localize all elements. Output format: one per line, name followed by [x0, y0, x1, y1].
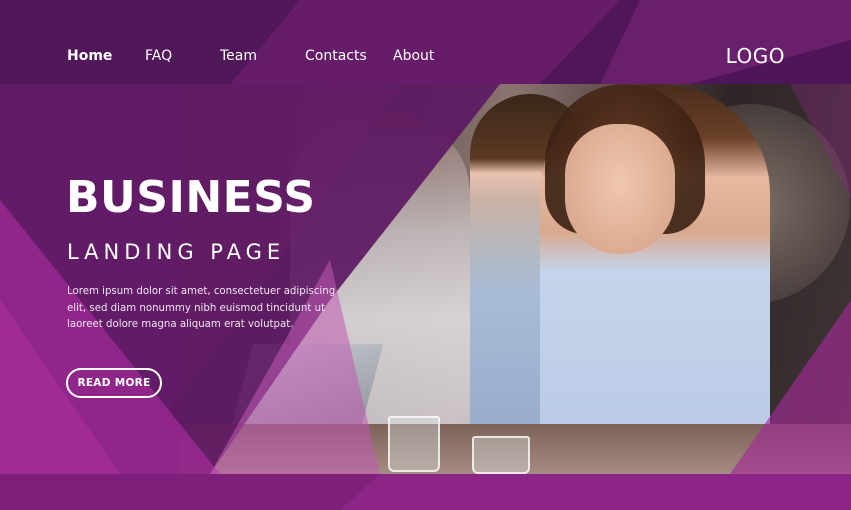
hero-subtitle: LANDING PAGE [67, 240, 286, 264]
landing-page: Home FAQ Team Contacts About LOGO BUSINE… [0, 0, 851, 510]
nav-contacts[interactable]: Contacts [305, 48, 367, 64]
nav-faq[interactable]: FAQ [145, 48, 172, 64]
nav-about[interactable]: About [393, 48, 434, 64]
nav-team[interactable]: Team [220, 48, 257, 64]
read-more-button[interactable]: READ MORE [66, 368, 162, 398]
logo[interactable]: LOGO [726, 44, 785, 68]
top-nav: Home FAQ Team Contacts About LOGO [0, 30, 851, 84]
hero-title: BUSINESS [66, 172, 316, 223]
hero-description: Lorem ipsum dolor sit amet, consectetuer… [67, 286, 336, 330]
nav-home[interactable]: Home [67, 48, 112, 64]
